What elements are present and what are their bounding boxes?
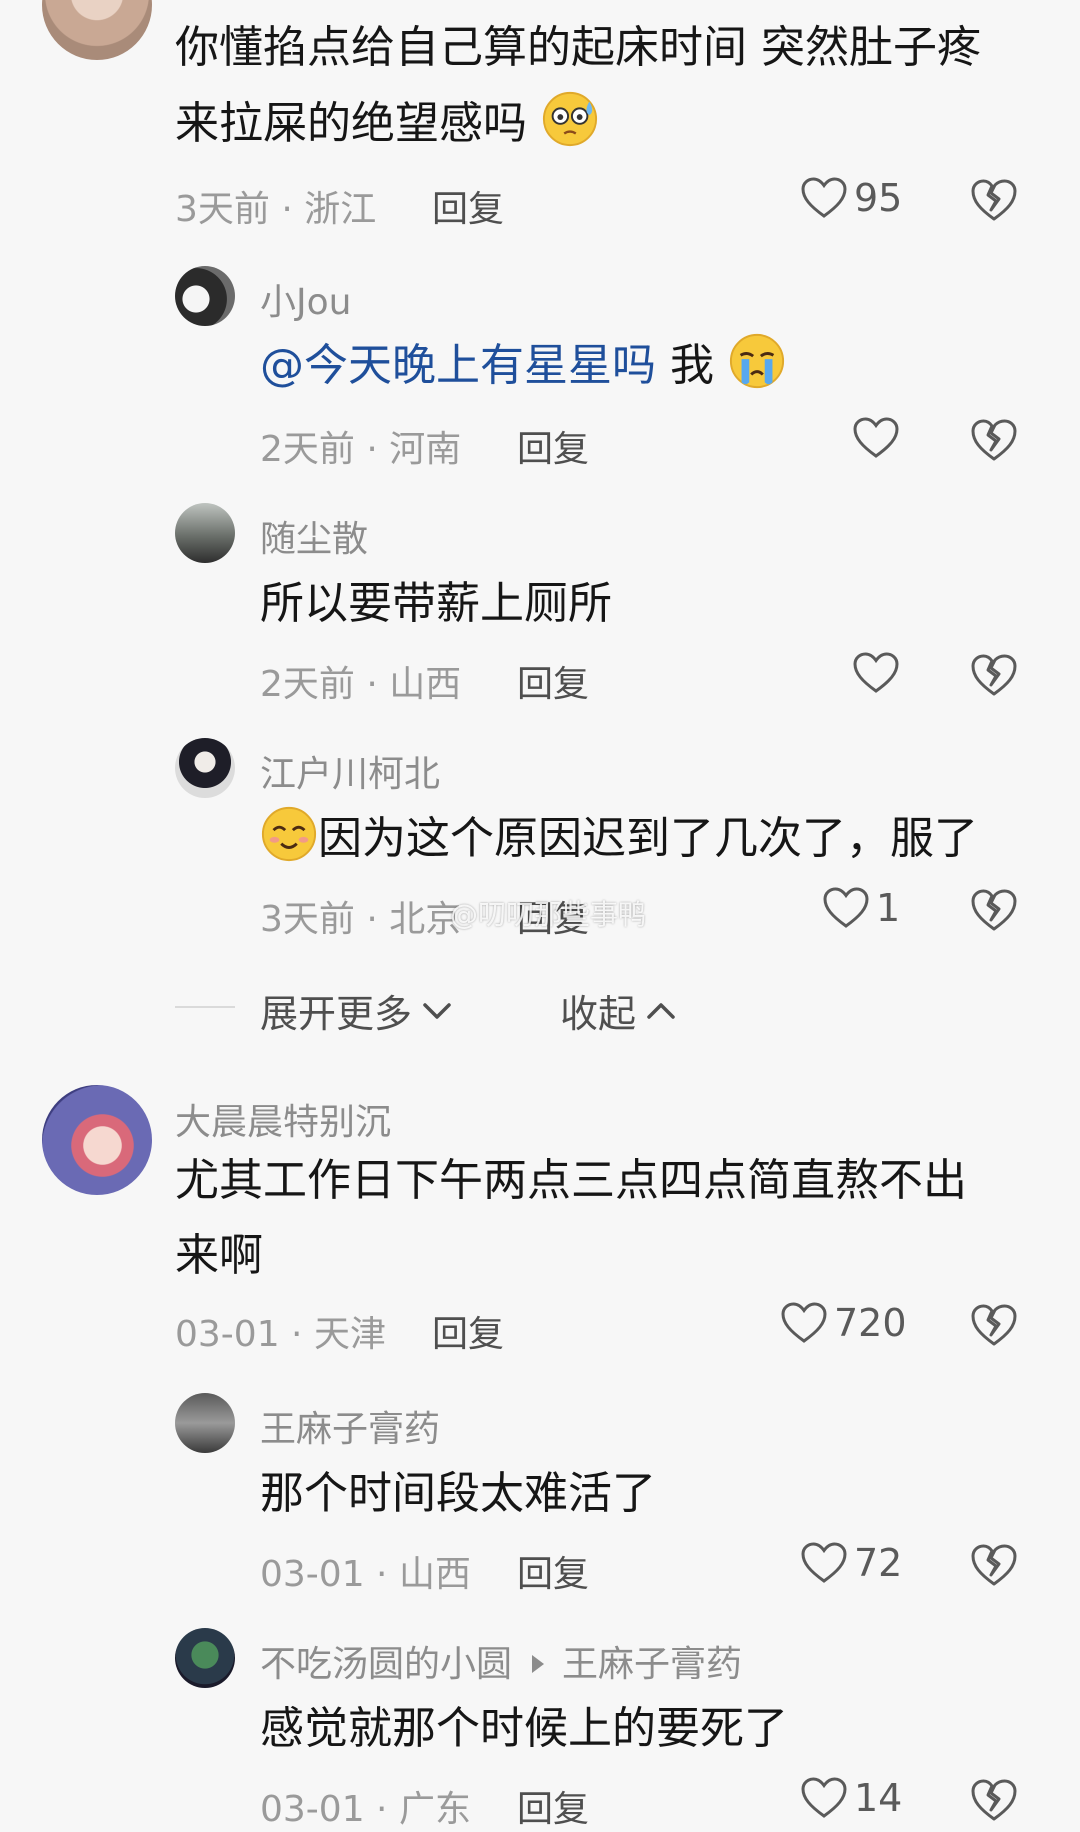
avatar[interactable] (42, 0, 152, 60)
like-button[interactable] (852, 416, 900, 460)
username[interactable]: 小Jou (260, 273, 351, 325)
smiling-emoji-icon (261, 806, 317, 862)
dislike-icon[interactable] (970, 1302, 1018, 1348)
heart-icon (823, 887, 869, 928)
comment-text: 所以要带薪上厕所 (260, 578, 612, 629)
username[interactable]: 江户川柯北 (260, 745, 440, 797)
like-button[interactable] (852, 651, 900, 695)
like-count: 72 (854, 1541, 903, 1585)
reply-header: 不吃汤圆的小圆 王麻子膏药 (260, 1635, 742, 1687)
like-count: 14 (854, 1776, 903, 1820)
reply-button[interactable]: 回复 (517, 655, 589, 707)
username[interactable]: 大晨晨特别沉 (175, 1093, 391, 1145)
comment-meta: 03-01 · 广东 (260, 1789, 471, 1830)
comment-text: 尤其工作日下午两点三点四点简直熬不出 (175, 1155, 967, 1206)
heart-icon (801, 177, 847, 218)
heart-icon (853, 417, 899, 458)
reply-button[interactable]: 回复 (517, 420, 589, 472)
mention-link[interactable]: @今天晚上有星星吗 (260, 340, 656, 391)
dislike-icon[interactable] (970, 652, 1018, 698)
like-button[interactable]: 14 (800, 1776, 902, 1820)
comment-meta: 3天前 · 北京 (260, 899, 462, 940)
flushed-emoji-icon (542, 91, 598, 147)
avatar[interactable] (175, 738, 235, 798)
username[interactable]: 随尘散 (260, 510, 368, 562)
username[interactable]: 不吃汤圆的小圆 (260, 1644, 512, 1685)
collapse-button[interactable]: 收起 (560, 983, 676, 1038)
username[interactable]: 王麻子膏药 (260, 1400, 440, 1452)
comment-meta: 2天前 · 山西 (260, 664, 462, 705)
comment-meta: 3天前 · 浙江 (175, 189, 377, 230)
avatar[interactable] (175, 1393, 235, 1453)
like-button[interactable]: 720 (780, 1301, 907, 1345)
avatar[interactable] (175, 1628, 235, 1688)
like-count: 720 (834, 1301, 907, 1345)
comment-text: 来啊 (175, 1230, 263, 1281)
avatar[interactable] (42, 1085, 152, 1195)
comment-text: 因为这个原因迟到了几次了，服了 (260, 803, 978, 875)
heart-icon (781, 1302, 827, 1343)
comment-text: 感觉就那个时候上的要死了 (260, 1703, 788, 1754)
reply-arrow-icon (532, 1655, 545, 1673)
like-button[interactable]: 95 (800, 176, 902, 220)
dislike-icon[interactable] (970, 887, 1018, 933)
heart-icon (801, 1542, 847, 1583)
expand-more-button[interactable]: 展开更多 (260, 983, 452, 1038)
comment-text: @今天晚上有星星吗 我 (260, 330, 786, 402)
like-count: 1 (876, 886, 901, 930)
dislike-icon[interactable] (970, 1777, 1018, 1823)
divider (175, 1006, 235, 1008)
dislike-icon[interactable] (970, 417, 1018, 463)
reply-button[interactable]: 回复 (517, 1780, 589, 1832)
reply-button[interactable]: 回复 (432, 1305, 504, 1357)
reply-button[interactable]: 回复 (432, 180, 504, 232)
dislike-icon[interactable] (970, 177, 1018, 223)
like-button[interactable]: 1 (822, 886, 900, 930)
heart-icon (801, 1777, 847, 1818)
comment-meta: 03-01 · 天津 (175, 1314, 386, 1355)
avatar[interactable] (175, 266, 235, 326)
watermark: @叨叨那些事鸭 (450, 898, 647, 931)
crying-emoji-icon (729, 333, 785, 389)
comment-text: 你懂掐点给自己算的起床时间 突然肚子疼 (175, 22, 981, 73)
like-count: 95 (854, 176, 903, 220)
comment-text: 来拉屎的绝望感吗 (175, 88, 599, 160)
dislike-icon[interactable] (970, 1542, 1018, 1588)
avatar[interactable] (175, 503, 235, 563)
chevron-down-icon (423, 1002, 451, 1019)
reply-button[interactable]: 回复 (517, 1545, 589, 1597)
comment-text: 那个时间段太难活了 (260, 1468, 656, 1519)
like-button[interactable]: 72 (800, 1541, 902, 1585)
heart-icon (853, 652, 899, 693)
reply-to-username[interactable]: 王麻子膏药 (562, 1644, 742, 1685)
comment-meta: 03-01 · 山西 (260, 1554, 471, 1595)
comment-meta: 2天前 · 河南 (260, 429, 462, 470)
chevron-up-icon (647, 1002, 675, 1019)
